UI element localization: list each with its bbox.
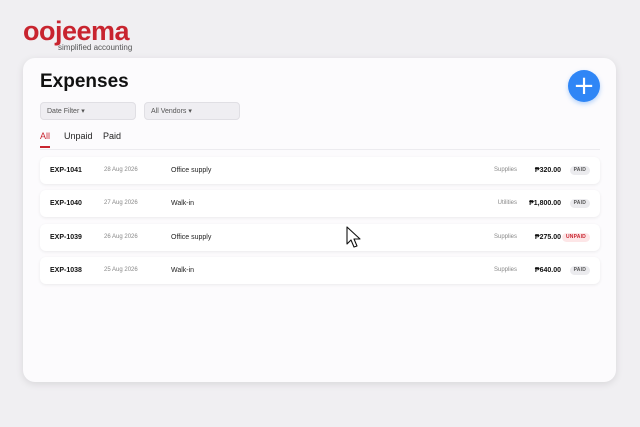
expense-category: Supplies: [493, 167, 517, 173]
status-badge: UNPAID: [562, 233, 590, 242]
expense-vendor: Walk-in: [171, 267, 195, 274]
expenses-card: Expenses + Date Filter ▾ All Vendors ▾ A…: [23, 58, 616, 382]
vendor-filter-dropdown[interactable]: All Vendors ▾: [144, 102, 240, 120]
expense-category: Utilities: [497, 200, 517, 206]
expense-category: Supplies: [493, 267, 517, 273]
tab-paid[interactable]: Paid: [103, 131, 121, 141]
status-badge: PAID: [569, 199, 590, 208]
expense-amount: ₱1,800.00: [529, 200, 561, 207]
brand-tagline: simplified accounting: [58, 43, 133, 52]
plus-icon: +: [573, 71, 595, 101]
expense-id: EXP-1040: [50, 200, 82, 207]
active-tab-indicator: [40, 146, 50, 148]
expense-row[interactable]: EXP-1041 28 Aug 2026 Office supply Suppl…: [40, 157, 600, 184]
expense-amount: ₱640.00: [534, 267, 561, 274]
expense-row[interactable]: EXP-1039 26 Aug 2026 Office supply Suppl…: [40, 224, 600, 251]
expense-date: 28 Aug 2026: [104, 167, 138, 173]
mouse-pointer-icon: [346, 226, 361, 248]
expense-id: EXP-1041: [50, 167, 82, 174]
page-title: Expenses: [40, 71, 129, 92]
expense-id: EXP-1039: [50, 234, 82, 241]
expense-category: Supplies: [493, 234, 517, 240]
tab-all[interactable]: All: [40, 131, 50, 141]
add-expense-button[interactable]: +: [568, 70, 600, 102]
status-badge: PAID: [569, 166, 590, 175]
tab-unpaid[interactable]: Unpaid: [64, 131, 93, 141]
status-badge: PAID: [569, 266, 590, 275]
expense-date: 26 Aug 2026: [104, 234, 138, 240]
expense-row[interactable]: EXP-1038 25 Aug 2026 Walk-in Supplies ₱6…: [40, 257, 600, 284]
brand-logo: oojeema simplified accounting: [23, 16, 133, 53]
expense-date: 27 Aug 2026: [104, 200, 138, 206]
expense-vendor: Office supply: [171, 234, 212, 241]
date-filter-dropdown[interactable]: Date Filter ▾: [40, 102, 136, 120]
expense-vendor: Office supply: [171, 167, 212, 174]
brand-name: oojeema: [23, 16, 130, 46]
expense-date: 25 Aug 2026: [104, 267, 138, 273]
expense-id: EXP-1038: [50, 267, 82, 274]
status-tabs: All Unpaid Paid: [40, 131, 600, 149]
expense-vendor: Walk-in: [171, 200, 195, 207]
tabs-divider: [40, 149, 600, 150]
expense-amount: ₱275.00: [534, 234, 561, 241]
expense-amount: ₱320.00: [534, 167, 561, 174]
expense-row[interactable]: EXP-1040 27 Aug 2026 Walk-in Utilities ₱…: [40, 190, 600, 217]
